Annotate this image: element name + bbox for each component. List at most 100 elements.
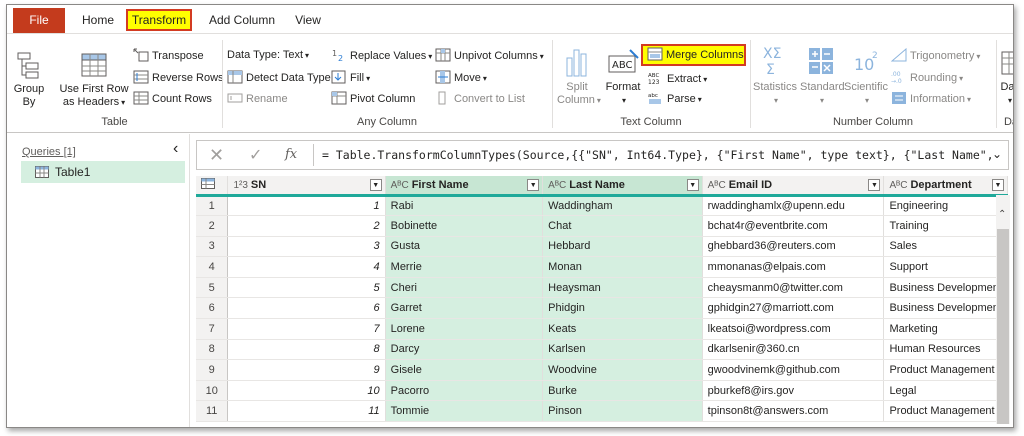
tab-view[interactable]: View <box>291 9 325 31</box>
table-cell[interactable]: Monan <box>542 256 703 278</box>
table-cell[interactable]: 9 <box>227 359 386 381</box>
table-cell[interactable]: pburkef8@irs.gov <box>702 380 885 402</box>
tab-home[interactable]: Home <box>77 9 119 31</box>
column-type-icon[interactable]: AᴮC <box>548 180 566 191</box>
scroll-up-icon[interactable]: ⌃ <box>998 209 1006 220</box>
table-cell[interactable]: Product Management <box>883 359 1008 381</box>
table-cell[interactable]: Pacorro <box>385 380 544 402</box>
table-cell[interactable]: 11 <box>227 400 386 423</box>
table-cell[interactable]: Burke <box>542 380 703 402</box>
table-cell[interactable]: Chat <box>542 215 703 237</box>
tab-transform[interactable]: Transform <box>126 9 192 31</box>
split-column-dropdown[interactable]: Split Column ▾ <box>557 46 601 107</box>
row-number[interactable]: 7 <box>196 318 229 340</box>
column-filter-dropdown-icon[interactable]: ▼ <box>369 179 382 191</box>
row-number[interactable]: 8 <box>196 339 229 361</box>
tab-file[interactable]: File <box>13 8 65 33</box>
scrollbar-thumb[interactable] <box>997 229 1009 424</box>
table-cell[interactable]: Product Management <box>883 400 1008 423</box>
table-cell[interactable]: Waddingham <box>542 195 703 217</box>
table-cell[interactable]: Lorene <box>385 318 544 340</box>
table-cell[interactable]: Pinson <box>542 400 703 423</box>
row-number[interactable]: 9 <box>196 359 229 381</box>
rename-button[interactable]: Rename <box>227 91 288 106</box>
pivot-column-button[interactable]: Pivot Column <box>331 91 415 106</box>
table-cell[interactable]: bchat4r@eventbrite.com <box>702 215 885 237</box>
table-cell[interactable]: Business Development <box>883 297 1008 320</box>
table-cell[interactable]: Phidgin <box>542 297 703 320</box>
table-cell[interactable]: Bobinette <box>385 215 544 237</box>
table-cell[interactable]: Business Development <box>883 277 1008 299</box>
column-header[interactable]: AᴮC Email ID ▼ <box>702 176 885 197</box>
table-cell[interactable]: gwoodvinemk@github.com <box>702 359 885 381</box>
row-number[interactable]: 11 <box>196 400 229 423</box>
table-cell[interactable]: Human Resources <box>883 339 1008 361</box>
table-cell[interactable]: Heaysman <box>542 277 703 299</box>
row-number[interactable]: 6 <box>196 297 229 320</box>
table-cell[interactable]: Garret <box>385 297 544 320</box>
column-header[interactable]: AᴮC Last Name ▼ <box>542 176 703 197</box>
table-cell[interactable]: Tommie <box>385 400 544 423</box>
column-filter-dropdown-icon[interactable]: ▼ <box>527 179 540 191</box>
fx-icon[interactable]: fx <box>285 147 297 162</box>
column-header[interactable]: 1²3 SN ▼ <box>227 176 386 197</box>
table-cell[interactable]: Support <box>883 256 1008 278</box>
commit-check-icon[interactable]: ✓ <box>249 145 262 165</box>
column-type-icon[interactable]: AᴮC <box>391 180 409 191</box>
table-cell[interactable]: cheaysmanm0@twitter.com <box>702 277 885 299</box>
replace-values-dropdown[interactable]: 1 2 Replace Values ▾ <box>331 48 432 64</box>
table-cell[interactable]: Merrie <box>385 256 544 278</box>
row-number[interactable]: 2 <box>196 215 229 237</box>
table-cell[interactable]: ghebbard36@reuters.com <box>702 236 885 258</box>
statistics-dropdown[interactable]: XΣ Σ Statistics ▾ <box>752 44 798 107</box>
column-type-icon[interactable]: AᴮC <box>708 180 726 191</box>
column-filter-dropdown-icon[interactable]: ▼ <box>992 179 1004 191</box>
table-cell[interactable]: Engineering <box>883 195 1008 217</box>
table-cell[interactable]: Legal <box>883 380 1008 402</box>
convert-to-list-button[interactable]: Convert to List <box>435 91 525 106</box>
vertical-scrollbar[interactable]: ⌃ <box>996 195 1010 424</box>
table-cell[interactable]: gphidgin27@marriott.com <box>702 297 885 320</box>
table-cell[interactable]: dkarlsenir@360.cn <box>702 339 885 361</box>
table-cell[interactable]: Training <box>883 215 1008 237</box>
merge-columns-button[interactable]: Merge Columns <box>641 44 746 66</box>
count-rows-button[interactable]: Count Rows <box>133 91 212 106</box>
format-dropdown[interactable]: ABC Format ▾ <box>603 46 643 107</box>
table-cell[interactable]: 6 <box>227 297 386 320</box>
table-cell[interactable]: Rabi <box>385 195 544 217</box>
table-cell[interactable]: 5 <box>227 277 386 299</box>
group-by-button[interactable]: Group By <box>11 50 47 109</box>
row-number[interactable]: 5 <box>196 277 229 299</box>
table-cell[interactable]: 3 <box>227 236 386 258</box>
cancel-icon[interactable]: ✕ <box>209 145 224 166</box>
queries-header[interactable]: Queries [1] <box>22 146 76 158</box>
table-cell[interactable]: 8 <box>227 339 386 361</box>
column-filter-dropdown-icon[interactable]: ▼ <box>686 179 699 191</box>
column-type-icon[interactable]: AᴮC <box>889 180 907 191</box>
table-cell[interactable]: Keats <box>542 318 703 340</box>
table-cell[interactable]: Karlsen <box>542 339 703 361</box>
column-type-icon[interactable]: 1²3 <box>233 180 247 191</box>
table-menu-corner[interactable] <box>196 176 229 197</box>
table-cell[interactable]: Marketing <box>883 318 1008 340</box>
date-dropdown[interactable]: Dat ▾ <box>999 46 1013 107</box>
unpivot-columns-dropdown[interactable]: Unpivot Columns ▾ <box>435 48 544 64</box>
collapse-pane-icon[interactable]: ‹ <box>173 140 178 158</box>
table-cell[interactable]: 10 <box>227 380 386 402</box>
column-header[interactable]: AᴮC First Name ▼ <box>385 176 544 197</box>
trigonometry-dropdown[interactable]: Trigonometry ▾ <box>891 48 980 64</box>
parse-dropdown[interactable]: abc Parse ▾ <box>648 91 702 107</box>
tab-add-column[interactable]: Add Column <box>203 9 281 31</box>
fill-dropdown[interactable]: Fill ▾ <box>331 70 370 86</box>
reverse-rows-button[interactable]: Reverse Rows <box>133 70 224 85</box>
transpose-button[interactable]: Transpose <box>133 48 204 63</box>
table-cell[interactable]: 4 <box>227 256 386 278</box>
table-cell[interactable]: Gisele <box>385 359 544 381</box>
table-cell[interactable]: Woodvine <box>542 359 703 381</box>
information-dropdown[interactable]: Information ▾ <box>891 91 971 107</box>
row-number[interactable]: 10 <box>196 380 229 402</box>
table-cell[interactable]: rwaddinghamlx@upenn.edu <box>702 195 885 217</box>
table-cell[interactable]: Gusta <box>385 236 544 258</box>
formula-input[interactable]: = Table.TransformColumnTypes(Source,{{"S… <box>322 148 994 162</box>
table-cell[interactable]: 2 <box>227 215 386 237</box>
